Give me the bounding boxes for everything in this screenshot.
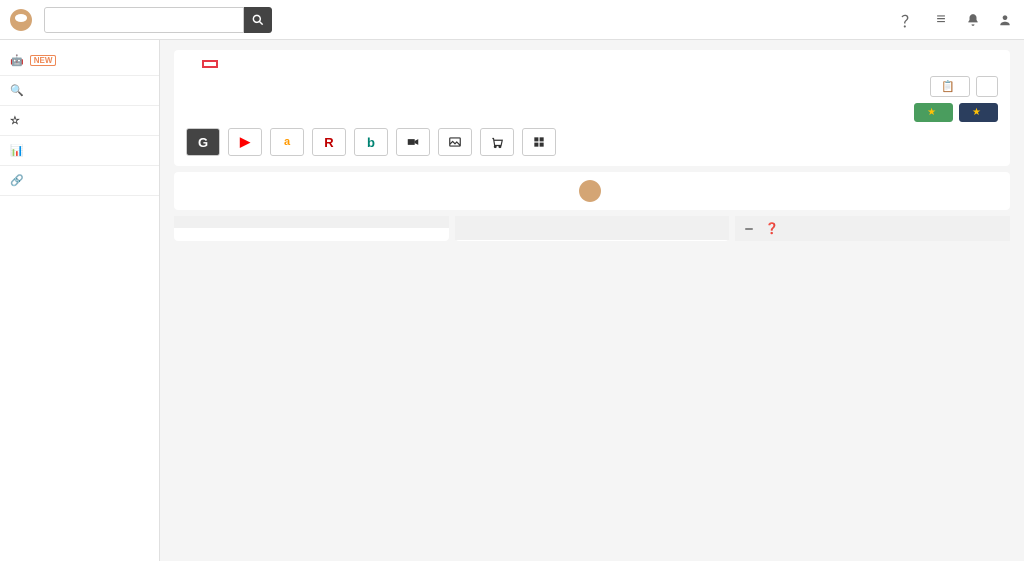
side-header-deep: 🔍	[0, 80, 159, 101]
engine-shopping[interactable]	[480, 128, 514, 156]
col3-header: ❓	[735, 216, 1010, 241]
column-suggest-ab	[455, 216, 730, 241]
engine-amazon[interactable]: a	[270, 128, 304, 156]
header-right: ？ ≡	[900, 11, 1014, 29]
monthly-button[interactable]: ★	[959, 103, 998, 122]
side-header-market: 📊	[0, 140, 159, 161]
engine-youtube[interactable]: ▶	[228, 128, 262, 156]
column-suggest-main	[174, 216, 449, 241]
engine-rakuten[interactable]: R	[312, 128, 346, 156]
promo-banner[interactable]	[174, 172, 1010, 210]
help-icon[interactable]: ？	[900, 11, 918, 29]
top-header: ？ ≡	[0, 0, 1024, 40]
csv-button[interactable]	[976, 76, 998, 97]
user-icon[interactable]	[996, 11, 1014, 29]
search-input[interactable]	[44, 7, 244, 33]
bell-icon[interactable]	[964, 11, 982, 29]
hit-badge	[202, 60, 218, 68]
engine-bing[interactable]: b	[354, 128, 388, 156]
copy-all-button[interactable]: 📋	[930, 76, 970, 97]
side-header-ai: 🤖 NEW	[0, 50, 159, 71]
search-wrap	[44, 7, 272, 33]
search-icon	[251, 13, 265, 27]
col2-header-b	[455, 228, 730, 240]
engine-google[interactable]: G	[186, 128, 220, 156]
column-ads: ❓	[735, 216, 1010, 241]
engine-apps[interactable]	[522, 128, 556, 156]
engine-tabs: G ▶ a R b	[186, 128, 998, 156]
sidebar: 🤖 NEW 🔍 ☆ 📊 🔗	[0, 40, 160, 561]
engine-video[interactable]	[396, 128, 430, 156]
logo-icon	[10, 9, 32, 31]
main-content: 📋 ★ ★ G ▶ a R b	[160, 40, 1024, 561]
side-header-comp: ☆	[0, 110, 159, 131]
col1-header	[174, 216, 449, 228]
engine-image[interactable]	[438, 128, 472, 156]
promo-icon	[579, 180, 601, 202]
brand-logo[interactable]	[10, 9, 36, 31]
search-button[interactable]	[244, 7, 272, 33]
more-keywords-button[interactable]: ★	[914, 103, 953, 122]
menu-icon[interactable]: ≡	[932, 11, 950, 29]
col2-header-a	[455, 216, 730, 228]
side-header-rel: 🔗	[0, 170, 159, 191]
